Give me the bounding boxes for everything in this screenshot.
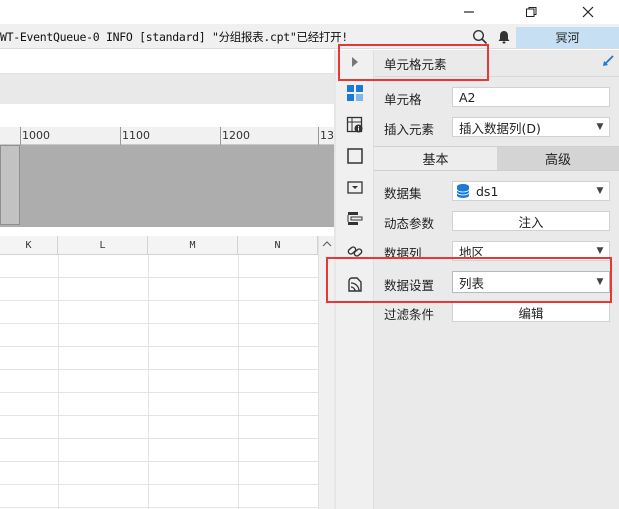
dataset-select[interactable]: ds1 ▼ — [452, 181, 610, 201]
border-style-icon[interactable] — [346, 147, 364, 165]
filter-condition-label: 过滤条件 — [384, 307, 435, 322]
designer-header-strip — [0, 74, 334, 104]
filter-edit-button[interactable]: 编辑 — [452, 302, 610, 322]
search-icon[interactable] — [472, 29, 488, 45]
restore-icon — [526, 7, 537, 17]
collapse-panel-icon[interactable] — [601, 54, 615, 68]
dataset-label: 数据集 — [384, 186, 422, 201]
column-header-n[interactable]: N — [238, 236, 318, 255]
ruler-label: 1000 — [22, 129, 50, 142]
highlight-box-data-setting — [326, 257, 612, 303]
dataset-value: ds1 — [476, 183, 499, 199]
cell-attribute-icon[interactable] — [346, 116, 364, 134]
minimize-button[interactable] — [446, 0, 492, 24]
ruler-label: 1100 — [122, 129, 150, 142]
insert-element-label: 插入元素 — [384, 122, 435, 137]
column-header-k[interactable]: K — [0, 236, 58, 255]
insert-element-select[interactable]: 插入数据列(D) ▼ — [452, 117, 610, 137]
cell-element-icon[interactable] — [346, 84, 364, 102]
condition-property-icon[interactable] — [346, 210, 364, 228]
user-account-button[interactable]: 冥河 — [516, 27, 619, 48]
minimize-icon — [464, 11, 474, 13]
chevron-down-icon: ▼ — [596, 246, 604, 256]
close-button[interactable] — [565, 0, 611, 24]
tab-advanced[interactable]: 高级 — [497, 147, 619, 170]
dynamic-param-label: 动态参数 — [384, 216, 435, 231]
widget-icon[interactable] — [346, 179, 364, 197]
ruler-label: 13 — [320, 129, 334, 142]
designer-toolbar — [0, 50, 334, 74]
horizontal-ruler: 1000 1100 1200 13 — [0, 127, 334, 145]
inject-button[interactable]: 注入 — [452, 211, 610, 231]
insert-element-value: 插入数据列(D) — [459, 120, 541, 136]
bell-icon[interactable] — [496, 29, 512, 45]
chevron-down-icon: ▼ — [596, 186, 604, 196]
column-header-m[interactable]: M — [148, 236, 238, 255]
spreadsheet-grid[interactable] — [0, 255, 318, 509]
canvas-page-outline — [0, 145, 20, 225]
report-canvas[interactable] — [0, 145, 334, 227]
highlight-box-title — [338, 44, 489, 81]
cell-name-input[interactable]: A2 — [452, 87, 610, 107]
ruler-label: 1200 — [222, 129, 250, 142]
tab-basic[interactable]: 基本 — [374, 147, 497, 170]
restore-button[interactable] — [508, 0, 554, 24]
close-icon — [582, 6, 594, 18]
column-header-l[interactable]: L — [58, 236, 148, 255]
column-header-row: K L M N — [0, 236, 318, 255]
chevron-down-icon: ▼ — [596, 122, 604, 132]
cell-label: 单元格 — [384, 92, 422, 107]
log-message: WT-EventQueue-0 INFO [standard] "分组报表.cp… — [0, 30, 348, 44]
scroll-up-icon — [322, 241, 332, 247]
database-icon — [456, 184, 470, 198]
